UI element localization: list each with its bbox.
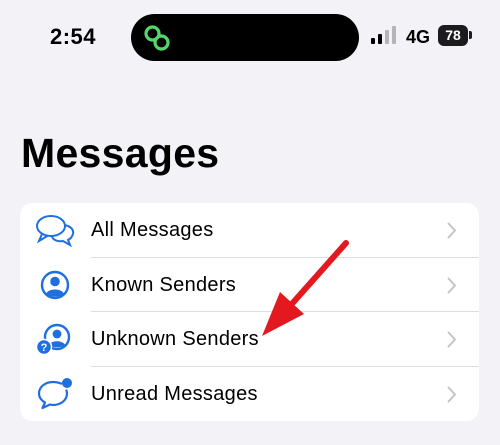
list-item-label: Known Senders xyxy=(91,273,237,296)
page-title: Messages xyxy=(21,130,220,176)
chevron-right-icon xyxy=(447,331,456,348)
chevron-right-icon xyxy=(447,222,456,239)
chat-bubbles-icon xyxy=(36,215,75,247)
person-circle-icon xyxy=(40,270,70,299)
dynamic-island[interactable] xyxy=(131,14,359,61)
battery-indicator: 78 xyxy=(438,25,468,46)
list-item-unread-messages[interactable]: Unread Messages xyxy=(20,367,479,422)
unread-bubble-icon xyxy=(37,377,72,409)
cellular-signal-icon xyxy=(371,26,396,44)
battery-tip xyxy=(469,31,472,39)
unknown-person-icon: ? xyxy=(35,323,71,356)
chevron-right-icon xyxy=(447,386,456,402)
svg-text:?: ? xyxy=(41,342,48,354)
link-icon xyxy=(144,25,170,51)
message-filter-list: All Messages Known Senders ? Unknown Sen… xyxy=(20,203,479,421)
list-item-label: Unread Messages xyxy=(91,382,258,405)
status-time: 2:54 xyxy=(50,24,97,49)
list-item-label: All Messages xyxy=(91,219,214,241)
list-item-all-messages[interactable]: All Messages xyxy=(20,203,479,258)
network-type: 4G xyxy=(406,27,431,47)
list-item-known-senders[interactable]: Known Senders xyxy=(20,258,479,312)
list-item-label: Unknown Senders xyxy=(91,328,259,350)
chevron-right-icon xyxy=(447,277,456,293)
status-bar: 2:54 4G 78 xyxy=(0,0,500,70)
list-item-unknown-senders[interactable]: ? Unknown Senders xyxy=(20,312,479,367)
